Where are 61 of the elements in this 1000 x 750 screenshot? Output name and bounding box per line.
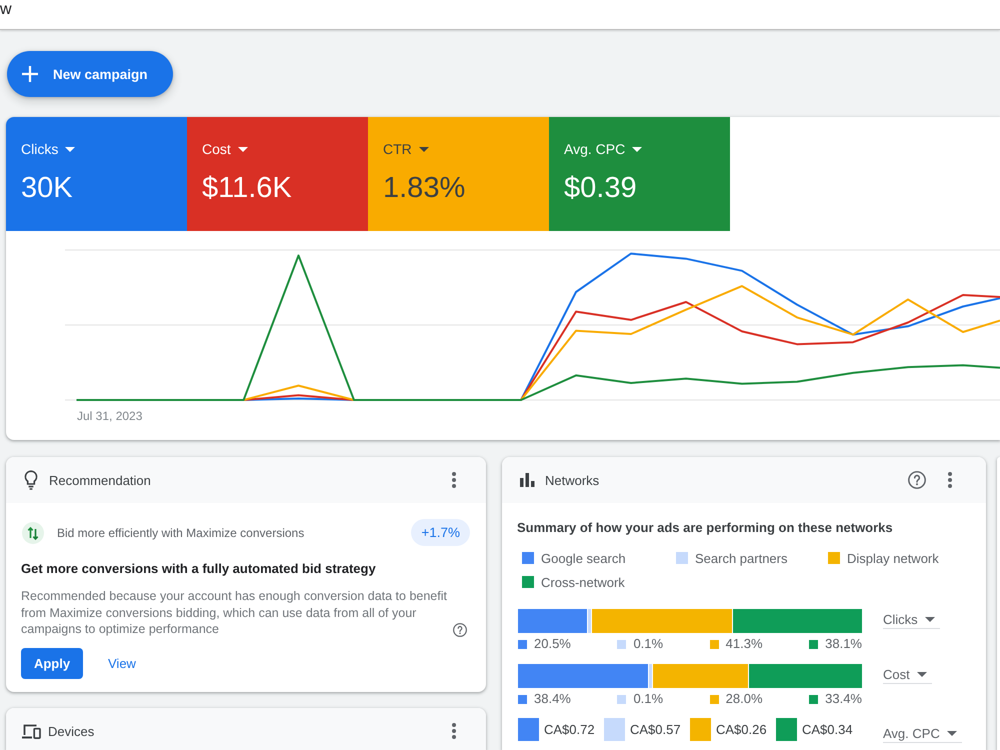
cpc-value: CA$0.57 [630,722,681,737]
up-down-arrows-icon [22,522,44,544]
caret-icon [238,146,248,152]
caret-icon [916,672,927,676]
more-options-icon[interactable] [452,723,456,739]
metric-dropdown[interactable]: Cost [202,141,248,157]
metric-dropdown[interactable]: Clicks [883,611,940,629]
view-link[interactable]: View [108,648,136,678]
metric-dropdown[interactable]: Cost [883,666,932,684]
apply-button[interactable]: Apply [21,648,83,678]
metric-value: 1.83% [383,171,466,205]
card-title: Devices [48,724,94,738]
metric-value: 30K [21,171,73,205]
caret-icon [418,146,429,152]
percent-label: 41.3% [726,637,763,651]
percent-label: 0.1% [633,637,664,651]
legend-label: Google search [541,550,626,566]
devices-icon [22,724,41,738]
caret-icon [65,146,76,152]
metric-tile[interactable]: CTR 1.83% [368,117,549,231]
cpc-value: CA$0.26 [716,722,767,737]
metric-dropdown[interactable]: Avg. CPC [564,141,642,157]
cpc-value: CA$0.72 [544,722,595,737]
caret-icon [946,730,957,736]
metric-value: $11.6K [202,171,292,205]
legend-label: Display network [847,550,939,566]
card-title: Networks [545,472,600,488]
percent-label: 20.5% [534,637,571,651]
legend-label: Cross-network [541,574,625,590]
percent-label: 28.0% [726,692,763,706]
percent-label: 0.1% [633,692,664,706]
more-options-icon[interactable] [452,472,456,488]
help-icon[interactable] [453,622,467,636]
more-options-icon[interactable] [948,472,952,488]
networks-summary: Summary of how your ads are performing on these networks [517,519,894,537]
percent-label: 38.4% [534,692,571,706]
new-campaign-button[interactable]: New campaign [7,51,173,97]
caret-icon [924,616,935,622]
bar-chart-icon [520,473,536,487]
recommendation-heading: Get more conversions with a fully automated bid strategy [21,560,377,578]
help-icon[interactable] [908,471,926,489]
metric-tile[interactable]: Cost $11.6K [187,117,368,231]
metric-value: $0.39 [564,171,637,205]
cpc-value: CA$0.34 [802,722,853,737]
caret-icon [632,146,642,152]
percent-label: 33.4% [825,692,862,706]
legend-label: Search partners [695,550,788,566]
metric-tile[interactable]: Avg. CPC $0.39 [549,117,730,231]
card-title: Recommendation [49,472,151,488]
metric-tile[interactable]: Clicks 30K [6,117,187,231]
metric-dropdown[interactable]: Avg. CPC [883,725,962,743]
metric-dropdown[interactable]: Clicks [21,141,76,157]
plus-icon [22,66,38,82]
lightbulb-icon [24,470,38,490]
percent-label: 38.1% [825,637,862,651]
metric-dropdown[interactable]: CTR [383,141,429,157]
recommendation-text: Bid more efficiently with Maximize conversions [57,526,304,540]
recommendation-description: Recommended because your account has enough conversion data to benefit from Maximize conversions bidding, which can use data from all of your campaigns to optimize performance [21,588,448,638]
page-title: w [0,1,12,19]
uplift-badge: +1.7% [411,519,470,546]
date-label: Jul 31, 2023 [77,409,142,423]
